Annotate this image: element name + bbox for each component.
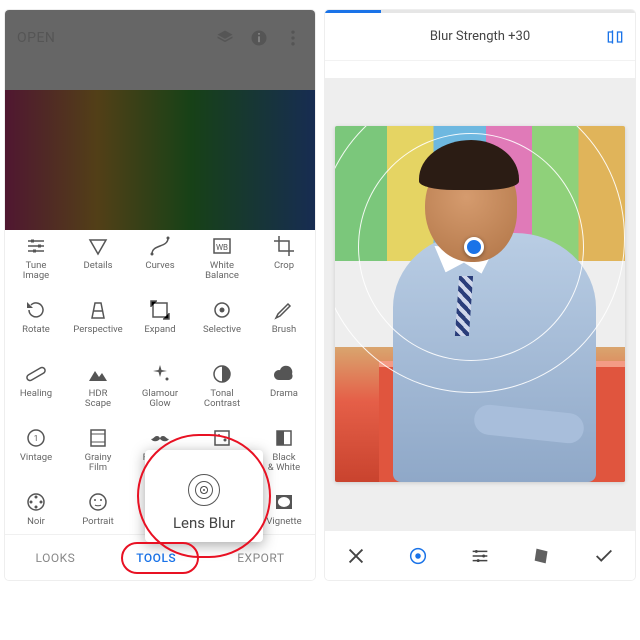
vignette-icon: [272, 490, 296, 514]
tool-label: Black& White: [268, 453, 300, 473]
triangle-down-icon: [86, 234, 110, 258]
lens-blur-tooltip: Lens Blur: [145, 450, 263, 542]
adjust-button[interactable]: [469, 545, 491, 567]
tool-crop[interactable]: Crop: [253, 234, 315, 296]
focus-center-handle[interactable]: [464, 237, 484, 257]
tool-brush[interactable]: Brush: [253, 298, 315, 360]
tool-label: Vignette: [266, 517, 301, 527]
tool-label: Perspective: [73, 325, 122, 335]
tool-label: Vintage: [20, 453, 52, 463]
stack-button[interactable]: [531, 545, 553, 567]
tool-label: TonalContrast: [204, 389, 240, 409]
lens-blur-screen: Blur Strength +30: [325, 10, 635, 580]
half-circle-icon: [210, 362, 234, 386]
canvas[interactable]: [325, 78, 635, 530]
bandage-icon: [24, 362, 48, 386]
tab-export[interactable]: EXPORT: [237, 551, 284, 565]
tool-label: Drama: [270, 389, 298, 399]
svg-text:1: 1: [34, 434, 39, 443]
film-icon: [86, 426, 110, 450]
target-icon: [210, 298, 234, 322]
face-icon: [86, 490, 110, 514]
editor-bottom-bar: [325, 530, 635, 580]
brush-icon: [272, 298, 296, 322]
tool-expand[interactable]: Expand: [129, 298, 191, 360]
tab-tools[interactable]: TOOLS: [136, 551, 176, 565]
curves-icon: [148, 234, 172, 258]
wb-icon: WB: [210, 234, 234, 258]
tool-label: Rotate: [22, 325, 50, 335]
tool-label: Brush: [272, 325, 297, 335]
tool-label: Selective: [203, 325, 241, 335]
editor-preview-dimmed: OPEN: [5, 10, 315, 230]
tool-label: Curves: [145, 261, 174, 271]
layers-icon[interactable]: [215, 28, 235, 48]
open-button[interactable]: OPEN: [17, 30, 55, 46]
mustache-icon: [148, 426, 172, 450]
tool-drama[interactable]: Drama: [253, 362, 315, 424]
tool-white-balance[interactable]: WB WhiteBalance: [191, 234, 253, 296]
param-readout: Blur Strength +30: [430, 29, 530, 44]
tool-details[interactable]: Details: [67, 234, 129, 296]
apply-button[interactable]: [593, 545, 615, 567]
reel-icon: [24, 490, 48, 514]
crop-icon: [272, 234, 296, 258]
tool-label: Details: [83, 261, 112, 271]
tool-curves[interactable]: Curves: [129, 234, 191, 296]
tool-hdr-scape[interactable]: HDRScape: [67, 362, 129, 424]
tool-label: HDRScape: [85, 389, 111, 409]
cancel-button[interactable]: [345, 545, 367, 567]
tool-label: Expand: [144, 325, 175, 335]
lens-blur-icon: [188, 474, 220, 506]
compare-icon[interactable]: [605, 27, 625, 51]
tool-vintage[interactable]: 1 Vintage: [5, 426, 67, 488]
tool-glamour-glow[interactable]: GlamourGlow: [129, 362, 191, 424]
tool-label: Noir: [27, 517, 45, 527]
tool-label: GlamourGlow: [142, 389, 178, 409]
blur-shape-button[interactable]: [407, 545, 429, 567]
tool-perspective[interactable]: Perspective: [67, 298, 129, 360]
tool-label: TuneImage: [23, 261, 49, 281]
tool-label: Crop: [274, 261, 294, 271]
tool-selective[interactable]: Selective: [191, 298, 253, 360]
sparkle-icon: [148, 362, 172, 386]
svg-text:WB: WB: [216, 243, 228, 252]
rotate-icon: [24, 298, 48, 322]
photo: [335, 126, 625, 482]
tool-label: GrainyFilm: [85, 453, 112, 473]
lens-blur-label: Lens Blur: [173, 514, 235, 532]
tool-grainy-film[interactable]: GrainyFilm: [67, 426, 129, 488]
param-header: Blur Strength +30: [325, 13, 635, 61]
tool-tonal-contrast[interactable]: TonalContrast: [191, 362, 253, 424]
info-icon[interactable]: [249, 28, 269, 48]
bw-icon: [272, 426, 296, 450]
cloud-icon: [272, 362, 296, 386]
mountain-icon: [86, 362, 110, 386]
grunge-icon: [210, 426, 234, 450]
perspective-icon: [86, 298, 110, 322]
tool-label: Healing: [20, 389, 52, 399]
tool-rotate[interactable]: Rotate: [5, 298, 67, 360]
tab-looks[interactable]: LOOKS: [36, 551, 76, 565]
tools-screen: OPEN TuneImage Details CurvesWB WhiteB: [5, 10, 315, 580]
tool-portrait[interactable]: Portrait: [67, 490, 129, 534]
expand-icon: [148, 298, 172, 322]
sliders-icon: [24, 234, 48, 258]
vintage-icon: 1: [24, 426, 48, 450]
tool-noir[interactable]: Noir: [5, 490, 67, 534]
tool-label: Portrait: [82, 517, 114, 527]
tool-tune-image[interactable]: TuneImage: [5, 234, 67, 296]
more-icon[interactable]: [283, 28, 303, 48]
tool-label: WhiteBalance: [205, 261, 239, 281]
tool-healing[interactable]: Healing: [5, 362, 67, 424]
